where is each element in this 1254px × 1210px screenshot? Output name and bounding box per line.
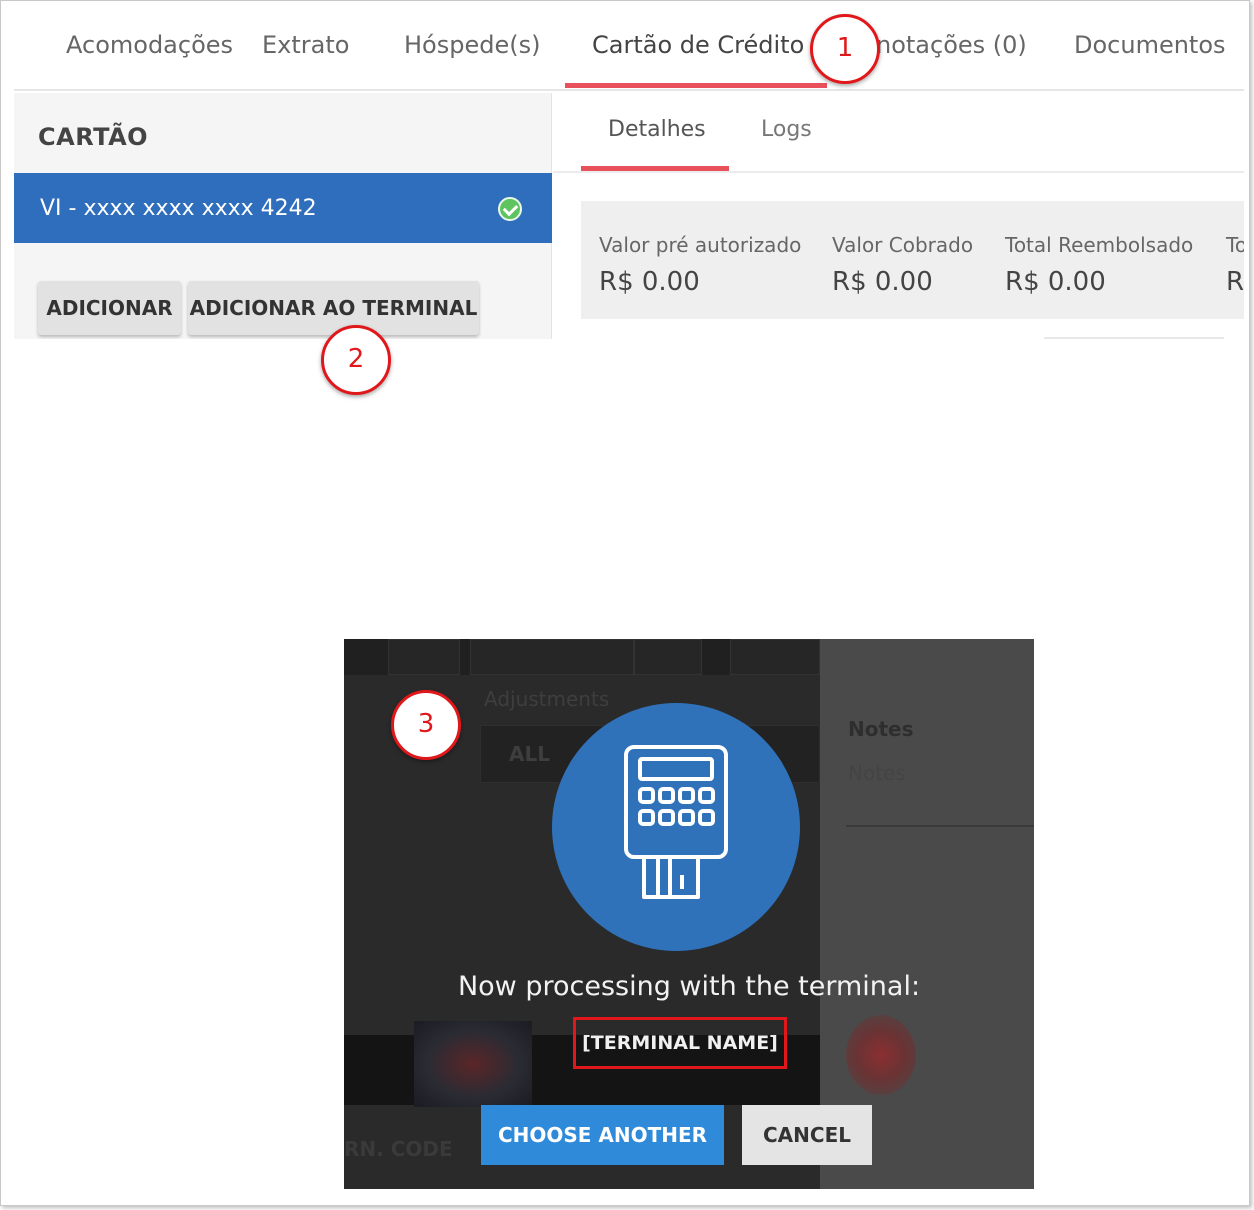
- tab-extrato[interactable]: Extrato: [262, 31, 349, 59]
- details-tab-bar: Detalhes Logs: [553, 93, 1244, 173]
- refunded-label: Total Reembolsado: [1005, 233, 1194, 257]
- backdrop-notes-label: Notes: [848, 717, 914, 741]
- terminal-name: [TERMINAL NAME]: [582, 1032, 778, 1054]
- charged-label: Valor Cobrado: [832, 233, 974, 257]
- card-terminal-icon: [624, 745, 728, 899]
- backdrop-clock-box: [634, 639, 702, 675]
- card-list-item[interactable]: VI - xxxx xxxx xxxx 4242: [14, 173, 552, 243]
- terminal-illustration: [552, 703, 800, 951]
- divider: [1044, 337, 1224, 339]
- card-panel-title: CARTÃO: [38, 123, 149, 151]
- backdrop-page-box: [730, 639, 820, 675]
- backdrop-code-label: RN. CODE: [344, 1137, 453, 1161]
- backdrop-notes-underline: [846, 825, 1034, 827]
- terminal-name-highlight: [TERMINAL NAME]: [573, 1017, 787, 1069]
- tab-cartao-de-credito[interactable]: Cartão de Crédito: [592, 31, 804, 59]
- backdrop-select-value: ALL: [509, 742, 550, 766]
- step-2-marker: 2: [321, 325, 391, 395]
- active-subtab-indicator: [581, 166, 729, 171]
- tab-anotacoes[interactable]: notações (0): [876, 31, 1027, 59]
- card-list-panel: CARTÃO VI - xxxx xxxx xxxx 4242 ADICIONA…: [14, 93, 552, 339]
- add-to-terminal-button[interactable]: ADICIONAR AO TERMINAL: [188, 281, 479, 335]
- charged-value: R$ 0.00: [832, 267, 933, 297]
- preauthorized-value: R$ 0.00: [599, 267, 700, 297]
- tab-documentos[interactable]: Documentos: [1074, 31, 1226, 59]
- blurred-badge: [846, 1015, 916, 1095]
- add-card-button[interactable]: ADICIONAR: [38, 281, 181, 335]
- truncated-value: R: [1226, 267, 1244, 297]
- tab-acomodacoes[interactable]: Acomodações: [66, 31, 233, 59]
- active-tab-indicator: [565, 83, 827, 88]
- blurred-logo: [414, 1021, 532, 1107]
- refunded-value: R$ 0.00: [1005, 267, 1106, 297]
- card-number-label: VI - xxxx xxxx xxxx 4242: [40, 196, 317, 221]
- preauthorized-label: Valor pré autorizado: [599, 233, 802, 257]
- check-circle-icon: [498, 197, 522, 221]
- screenshot-frame: Acomodações Extrato Hóspede(s) Cartão de…: [0, 0, 1250, 1206]
- tab-logs[interactable]: Logs: [761, 117, 812, 142]
- tab-detalhes[interactable]: Detalhes: [608, 117, 706, 142]
- cancel-button[interactable]: CANCEL: [742, 1105, 872, 1165]
- processing-message: Now processing with the terminal:: [457, 971, 921, 1002]
- backdrop-date-box: [470, 639, 634, 675]
- step-1-marker: 1: [810, 14, 880, 84]
- main-tab-bar: Acomodações Extrato Hóspede(s) Cartão de…: [14, 1, 1244, 91]
- backdrop-adjustments-label: Adjustments: [484, 687, 610, 711]
- backdrop-notes-field: Notes: [848, 761, 906, 785]
- amount-summary: Valor pré autorizado R$ 0.00 Valor Cobra…: [581, 201, 1244, 319]
- reservation-panel: Acomodações Extrato Hóspede(s) Cartão de…: [14, 1, 1244, 339]
- card-details-panel: Detalhes Logs Valor pré autorizado R$ 0.…: [553, 93, 1244, 339]
- backdrop-calendar-box: [388, 639, 460, 675]
- tab-hospedes[interactable]: Hóspede(s): [404, 31, 540, 59]
- truncated-label: To: [1226, 233, 1244, 257]
- step-3-marker: 3: [391, 690, 461, 760]
- choose-another-button[interactable]: CHOOSE ANOTHER: [481, 1105, 724, 1165]
